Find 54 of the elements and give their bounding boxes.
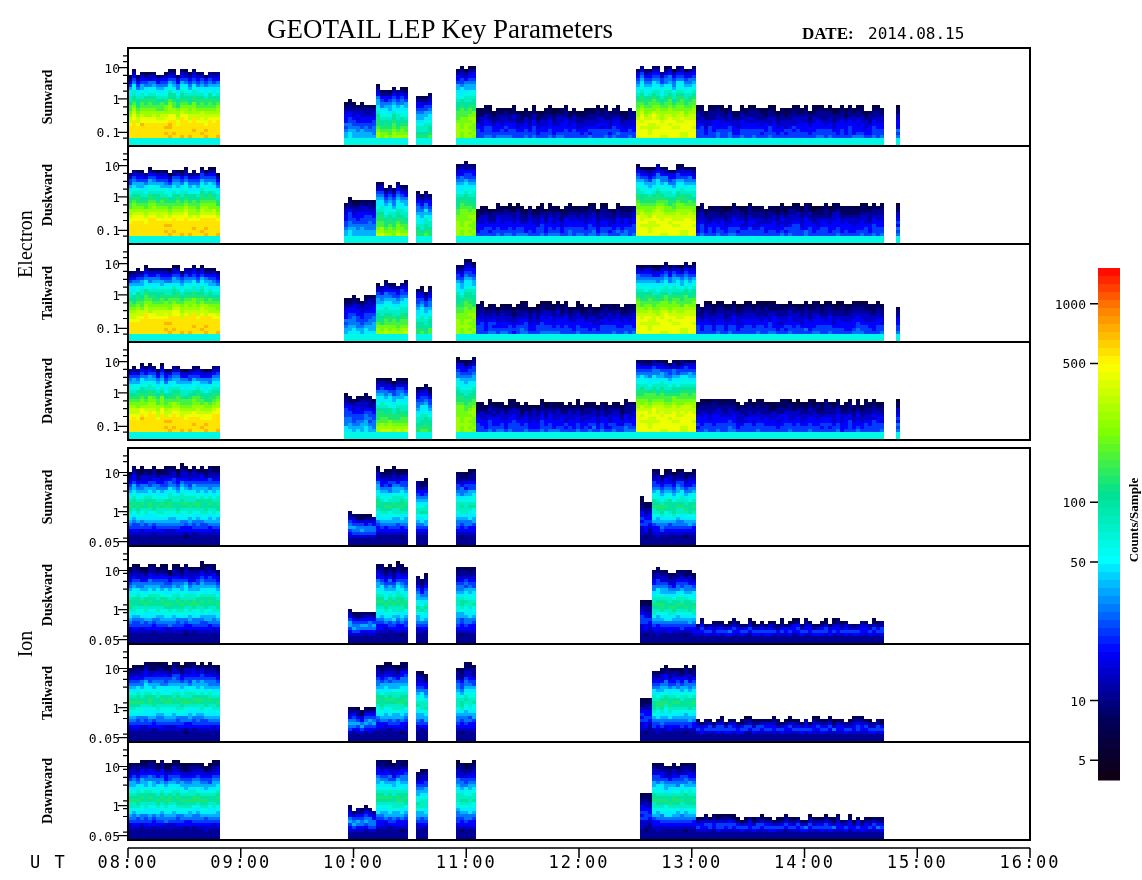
tick-label: 10:00 [322, 852, 385, 872]
panel-label: Duskward [40, 163, 55, 227]
panel-label: Duskward [40, 563, 55, 627]
tick-label: 10 [104, 158, 120, 174]
date-label: DATE: [802, 24, 854, 43]
tick-label: 12:00 [548, 852, 610, 872]
tick-label: 09:00 [210, 852, 272, 872]
tick-label: 10 [104, 563, 120, 579]
tick-label: 1 [112, 189, 120, 205]
tick-label: 10 [1070, 693, 1086, 709]
tick-label: 1000 [1054, 296, 1086, 312]
tick-label: 14:00 [773, 852, 836, 872]
tick-label: 10 [104, 759, 120, 775]
group-label: Ion [14, 630, 36, 658]
tick-label: 08:00 [97, 852, 159, 872]
panel-label: Dawnward [40, 357, 55, 425]
plot-title: GEOTAIL LEP Key Parameters [267, 14, 613, 44]
date-value: 2014.08.15 [868, 24, 965, 43]
tick-label: 13:00 [661, 852, 723, 872]
panel-label: Sunward [40, 69, 55, 125]
tick-label: 10 [104, 661, 120, 677]
tick-label: 1 [112, 91, 120, 107]
tick-label: 100 [1062, 495, 1086, 511]
tick-label: 0.1 [96, 419, 120, 435]
colorbar-label: Counts/Sample [1126, 477, 1141, 563]
tick-label: 11:00 [435, 852, 497, 872]
tick-label: 0.1 [96, 223, 120, 239]
panel-label: Sunward [40, 469, 55, 525]
tick-label: 10 [104, 256, 120, 272]
tick-label: 50 [1070, 554, 1086, 570]
group-label: Electron [14, 210, 36, 278]
tick-label: 10 [104, 60, 120, 76]
tick-label: 15:00 [886, 852, 948, 872]
tick-label: 10 [104, 465, 120, 481]
panel-label: Dawnward [40, 757, 55, 825]
tick-label: 1 [112, 602, 120, 618]
axis-label: U T [30, 852, 67, 872]
tick-label: 1 [112, 287, 120, 303]
tick-label: 1 [112, 504, 120, 520]
tick-label: 0.05 [88, 534, 120, 550]
panel-label: Tailward [40, 666, 55, 720]
tick-label: 16:00 [999, 852, 1061, 872]
tick-label: 0.1 [96, 321, 120, 337]
tick-label: 1 [112, 385, 120, 401]
tick-label: 1 [112, 798, 120, 814]
tick-label: 500 [1062, 356, 1086, 372]
tick-label: 0.05 [88, 828, 120, 844]
tick-label: 5 [1078, 753, 1086, 769]
tick-label: 0.1 [96, 125, 120, 141]
panel-label: Tailward [40, 266, 55, 320]
tick-label: 1 [112, 700, 120, 716]
tick-label: 10 [104, 354, 120, 370]
tick-label: 0.05 [88, 730, 120, 746]
tick-label: 0.05 [88, 632, 120, 648]
